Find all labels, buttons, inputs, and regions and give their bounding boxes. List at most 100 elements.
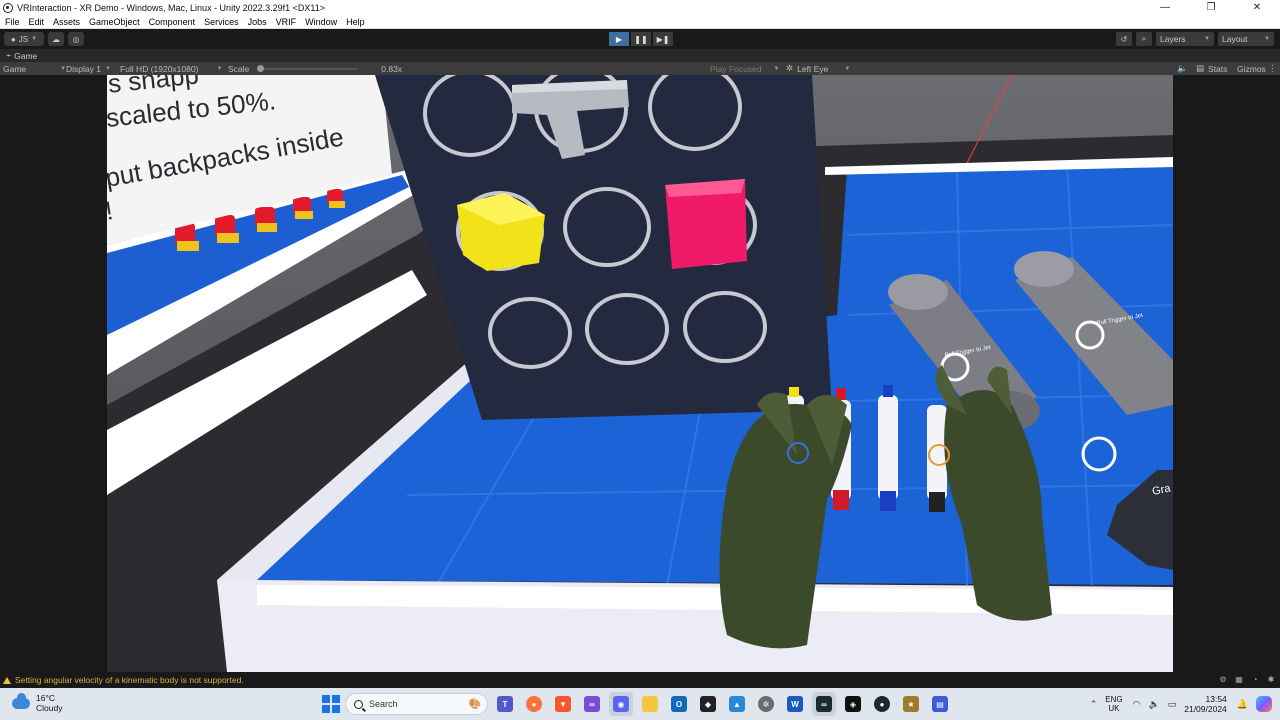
chevron-down-icon: ▼	[216, 65, 223, 72]
tab-game[interactable]: ⌁ Game	[0, 49, 44, 62]
toolbar-right: ↺ ⌕ Layers ▼ Layout ▼	[1116, 32, 1274, 46]
notepad-app[interactable]: ▤	[928, 692, 952, 716]
settings-app[interactable]: ✲	[754, 692, 778, 716]
play-focused-dropdown[interactable]: Play Focused ▼	[710, 62, 779, 75]
firefox-app[interactable]: ●	[522, 692, 546, 716]
history-button[interactable]: ↺	[1116, 32, 1132, 46]
photos-app[interactable]: ▲	[725, 692, 749, 716]
collab-button[interactable]: ◎	[68, 32, 84, 46]
menu-bar: File Edit Assets GameObject Component Se…	[0, 15, 1280, 29]
discord-icon: ◉	[613, 696, 629, 712]
status-icons: ⚙ ▦ ◔ ✱	[1218, 674, 1276, 684]
menu-edit[interactable]: Edit	[29, 17, 45, 27]
chevron-down-icon: ▼	[1204, 36, 1210, 42]
game-tab-bar: ⌁ Game	[0, 49, 1280, 62]
unity-editor-app[interactable]: ◈	[841, 692, 865, 716]
menu-window[interactable]: Window	[305, 17, 337, 27]
gizmos-button[interactable]: Gizmos	[1237, 62, 1266, 75]
game-viewport[interactable]: s snapp scaled to 50%. put backpacks ins…	[107, 75, 1173, 672]
menu-jobs[interactable]: Jobs	[248, 17, 267, 27]
maximize-button[interactable]: ❐	[1188, 0, 1234, 15]
search-icon	[354, 699, 363, 709]
windows-taskbar: 16°C Cloudy Search 🎨 T ● ▼ ∞ ◉ O ◆ ▲ ✲ W…	[0, 688, 1280, 720]
step-button[interactable]: ▶❚	[653, 32, 673, 46]
resolution-dropdown[interactable]: Full HD (1920x1080) ▼	[120, 62, 222, 75]
start-button[interactable]	[322, 695, 340, 713]
window-title: VRInteraction - XR Demo - Windows, Mac, …	[17, 2, 325, 13]
wifi-icon[interactable]: ◠	[1133, 699, 1141, 710]
menu-gameobject[interactable]: GameObject	[89, 17, 140, 27]
stats-icon: ▤	[1196, 63, 1205, 73]
unity-hub-app[interactable]: ◆	[696, 692, 720, 716]
file-explorer-app[interactable]	[638, 692, 662, 716]
search-placeholder: Search	[369, 699, 398, 709]
pause-button[interactable]: ❚❚	[631, 32, 651, 46]
debug-icon[interactable]: ✱	[1266, 674, 1276, 684]
copilot-icon[interactable]	[1256, 696, 1272, 712]
chevron-down-icon: ▼	[844, 65, 851, 72]
play-icon: ▶	[615, 34, 623, 44]
language-indicator[interactable]: ENG UK	[1105, 695, 1122, 713]
brave-app[interactable]: ▼	[551, 692, 575, 716]
play-button[interactable]: ▶	[609, 32, 629, 46]
cloud-button[interactable]: ☁	[48, 32, 64, 46]
stats-button[interactable]: Stats	[1208, 64, 1227, 74]
menu-services[interactable]: Services	[204, 17, 239, 27]
search-button[interactable]: ⌕	[1136, 32, 1152, 46]
word-app[interactable]: W	[783, 692, 807, 716]
meta-app[interactable]: ∞	[812, 692, 836, 716]
notification-bell-icon[interactable]: 🔔	[1237, 699, 1248, 710]
menu-help[interactable]: Help	[346, 17, 365, 27]
console-status-bar[interactable]: Setting angular velocity of a kinematic …	[0, 672, 1280, 688]
eye-dropdown[interactable]: ✲ Left Eye ▼	[786, 62, 850, 75]
steam-app[interactable]: ●	[870, 692, 894, 716]
outlook-icon: O	[671, 696, 687, 712]
language-code: ENG	[1105, 695, 1123, 704]
taskbar-search[interactable]: Search 🎨	[345, 693, 488, 715]
more-options-button[interactable]: ⋮	[1268, 62, 1277, 75]
discord-app[interactable]: ◉	[609, 692, 633, 716]
weather-temp: 16°C	[36, 693, 55, 703]
layers-dropdown[interactable]: Layers ▼	[1156, 32, 1214, 46]
unity-icon: ◈	[845, 696, 861, 712]
menu-vrif[interactable]: VRIF	[276, 17, 297, 27]
stats-group: ▤ Stats	[1196, 62, 1227, 75]
menu-assets[interactable]: Assets	[53, 17, 80, 27]
visual-studio-app[interactable]: ∞	[580, 692, 604, 716]
view-mode-dropdown[interactable]: Game ▼	[3, 62, 66, 75]
language-region: UK	[1108, 704, 1120, 713]
teams-app[interactable]: T	[493, 692, 517, 716]
cloud-icon: ☁	[52, 34, 60, 44]
chevron-down-icon: ▼	[31, 36, 38, 42]
close-button[interactable]: ✕	[1234, 0, 1280, 15]
status-message[interactable]: Setting angular velocity of a kinematic …	[3, 675, 244, 685]
play-controls: ▶ ❚❚ ▶❚	[609, 32, 673, 46]
speaker-icon: 🔈	[1177, 63, 1188, 73]
cache-icon[interactable]: ▦	[1234, 674, 1244, 684]
minimize-button[interactable]: —	[1142, 0, 1188, 15]
menu-file[interactable]: File	[5, 17, 20, 27]
account-icon: ●	[10, 34, 16, 44]
layout-dropdown[interactable]: Layout ▼	[1218, 32, 1274, 46]
scale-slider[interactable]	[257, 64, 358, 72]
outlook-app[interactable]: O	[667, 692, 691, 716]
volume-icon[interactable]: 🔈	[1149, 699, 1160, 710]
chevron-up-icon[interactable]: ⌃	[1090, 699, 1098, 710]
network-icon[interactable]: ⚙	[1218, 674, 1228, 684]
photos-icon: ▲	[729, 696, 745, 712]
display-dropdown[interactable]: Display 1 ▼	[66, 62, 111, 75]
scale-label: Scale	[228, 63, 250, 74]
account-dropdown[interactable]: ● JS ▼	[4, 32, 44, 46]
menu-component[interactable]: Component	[149, 17, 196, 27]
progress-icon[interactable]: ◔	[1250, 674, 1260, 684]
battery-icon[interactable]: ▭	[1168, 699, 1177, 710]
pinned-app[interactable]: ★	[899, 692, 923, 716]
mute-audio-button[interactable]: 🔈	[1177, 62, 1188, 75]
weather-widget[interactable]: 16°C Cloudy	[12, 692, 62, 713]
bing-highlight-icon: 🎨	[468, 698, 481, 710]
pause-icon: ❚❚	[634, 34, 648, 44]
scale-slider-knob[interactable]	[257, 64, 265, 72]
word-icon: W	[787, 696, 803, 712]
clock[interactable]: 13:54 21/09/2024	[1184, 694, 1227, 714]
star-app-icon: ★	[903, 696, 919, 712]
